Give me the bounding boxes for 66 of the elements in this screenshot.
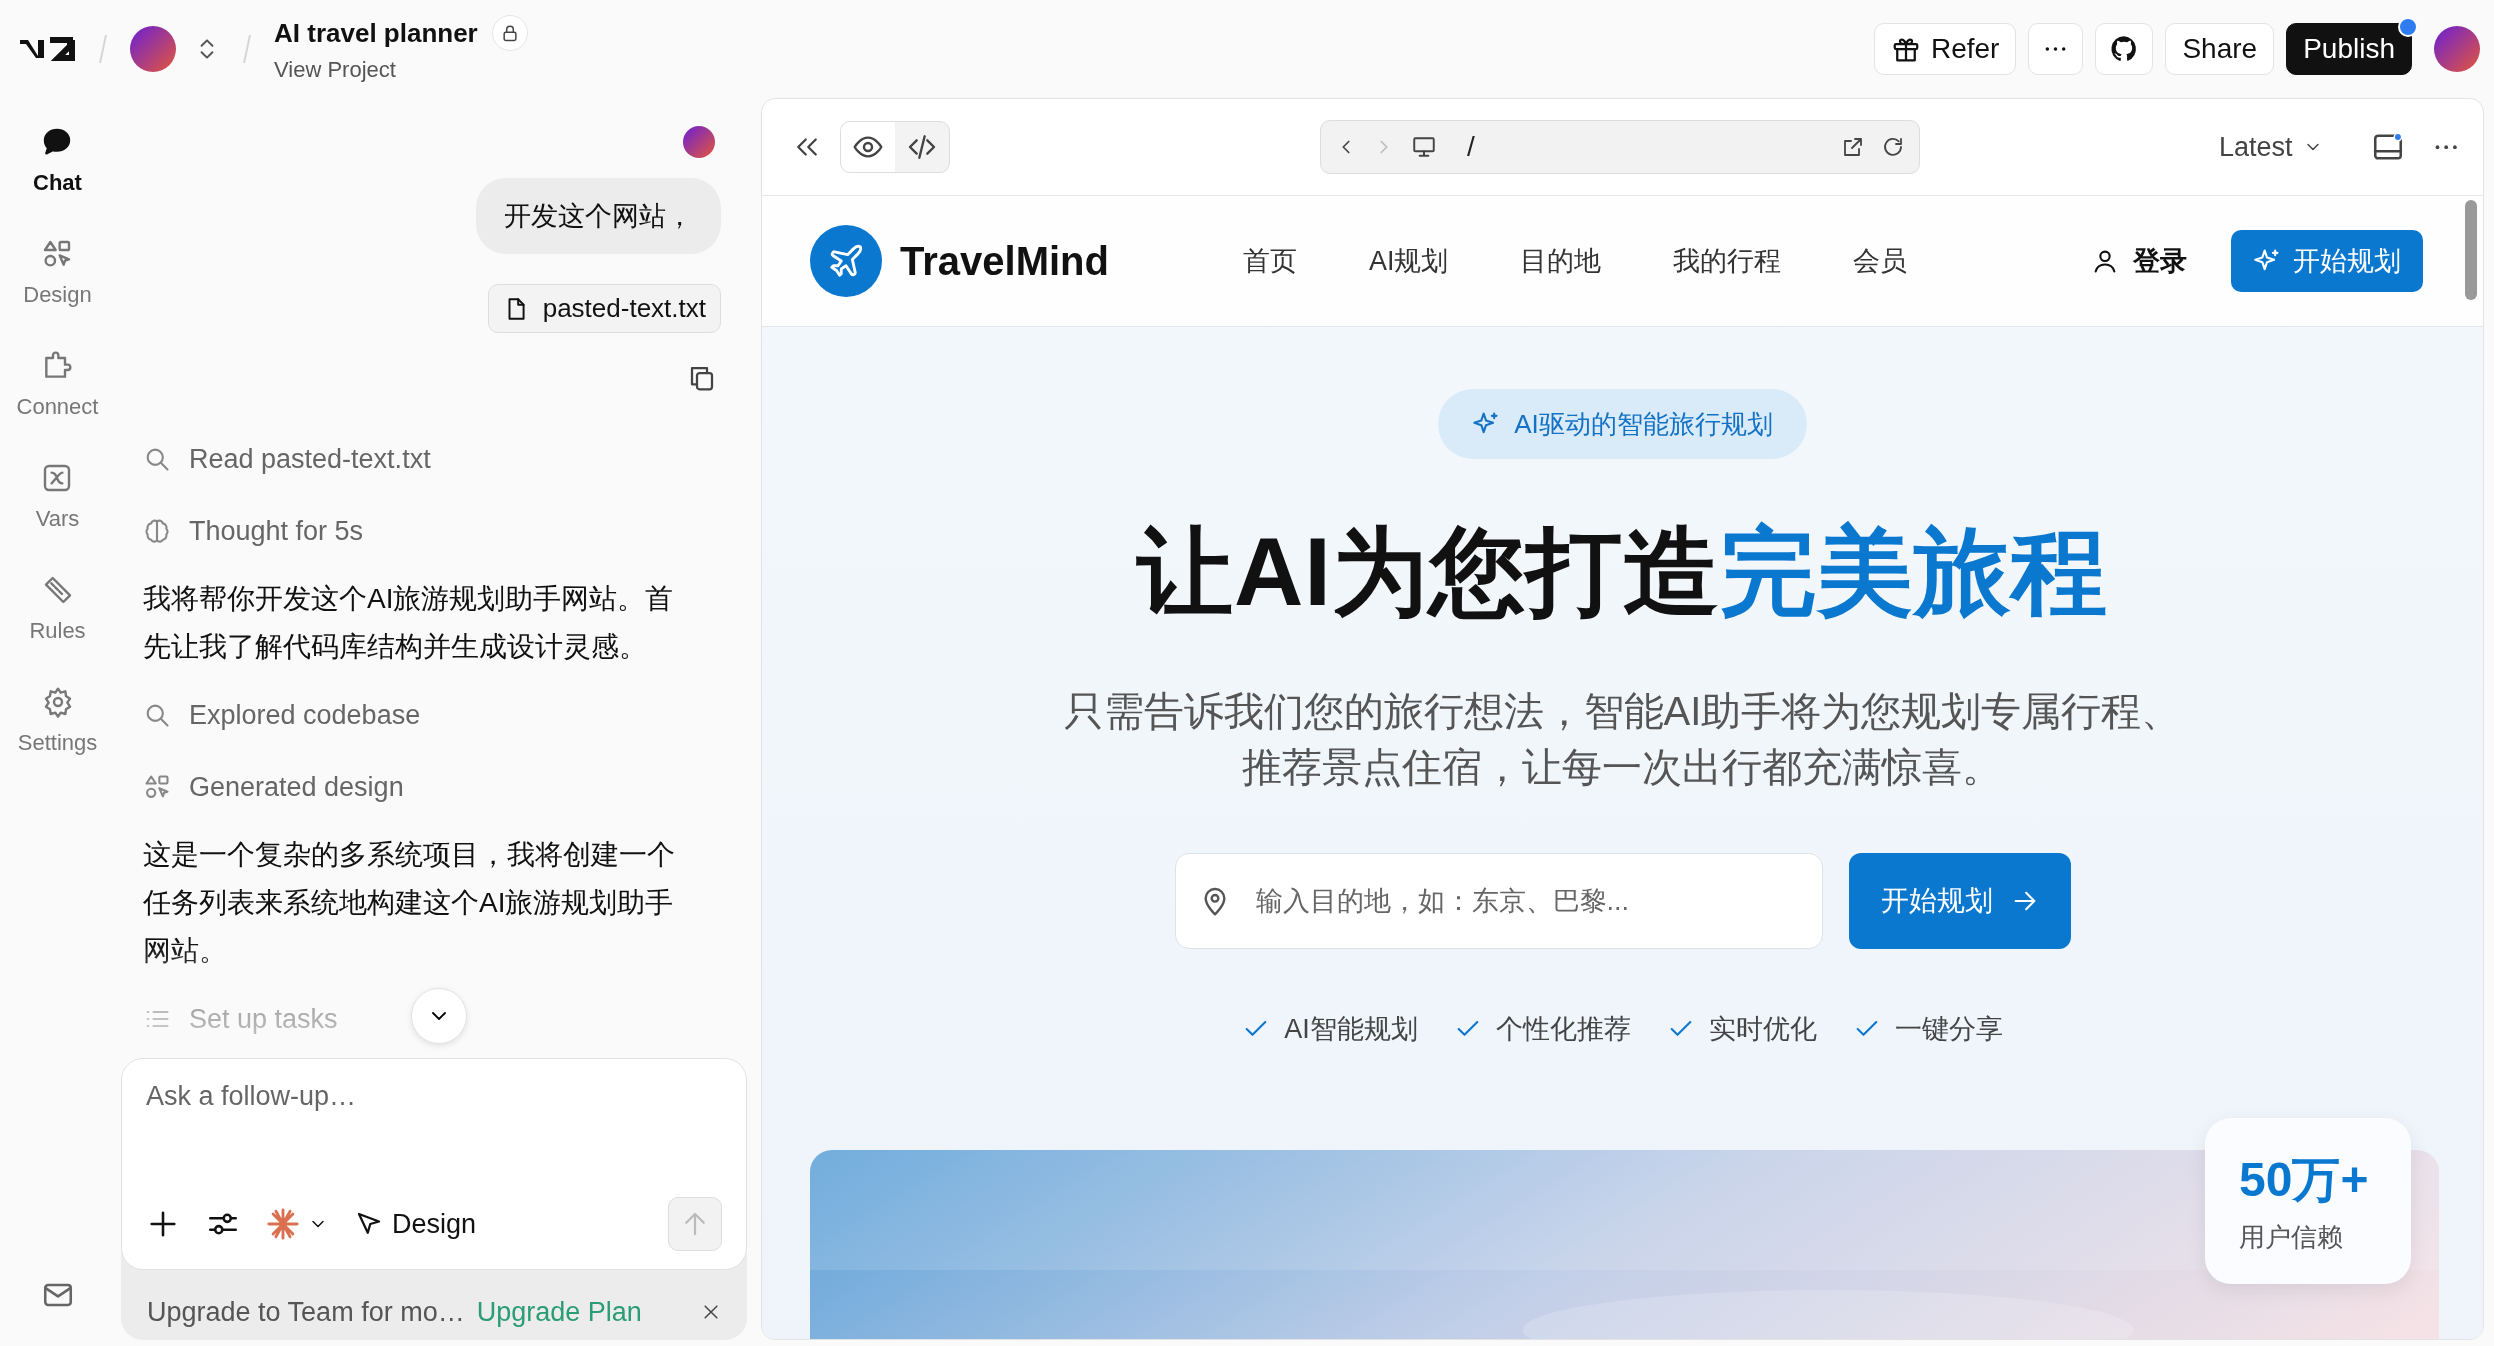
- url-bar[interactable]: /: [1320, 120, 1920, 174]
- sidebar-item[interactable]: Vars: [35, 462, 80, 574]
- nav-link[interactable]: 目的地: [1520, 243, 1602, 279]
- brand-name: TravelMind: [900, 238, 1109, 284]
- feature-label: 实时优化: [1708, 1013, 1817, 1046]
- sidebar-item[interactable]: Connect: [16, 350, 99, 462]
- breadcrumb-separator: [242, 33, 252, 65]
- monitor-icon: [1411, 134, 1437, 160]
- logo[interactable]: [20, 34, 76, 64]
- breadcrumb-separator: [98, 33, 108, 65]
- upgrade-text: Upgrade to Team for mo…: [147, 1296, 465, 1328]
- feature-label: 个性化推荐: [1495, 1013, 1631, 1046]
- assistant-message: 这是一个复杂的多系统项目，我将创建一个任务列表来系统地构建这个AI旅游规划助手网站。: [143, 838, 676, 968]
- shapes-icon: [143, 773, 171, 801]
- share-button[interactable]: Share: [2165, 23, 2275, 75]
- step-label: Set up tasks: [189, 1003, 338, 1035]
- step-label: Explored codebase: [189, 699, 421, 731]
- message-input[interactable]: Ask a follow-up…: [146, 1081, 722, 1112]
- feature-label: AI智能规划: [1284, 1013, 1418, 1046]
- github-button[interactable]: [2095, 23, 2154, 75]
- sidebar-item[interactable]: Settings: [17, 686, 98, 798]
- url-text: /: [1467, 131, 1476, 163]
- login-link[interactable]: 登录: [2091, 243, 2187, 279]
- preview-tab[interactable]: [841, 122, 895, 172]
- external-link-icon: [1841, 135, 1865, 159]
- hero-title: 让AI为您打造完美旅程: [1137, 517, 2108, 627]
- user-message: 开发这个网站，: [476, 178, 721, 254]
- more-icon: [2434, 144, 2457, 150]
- scrollbar[interactable]: [2465, 200, 2477, 300]
- version-dropdown[interactable]: Latest: [2219, 131, 2323, 163]
- start-planning-button[interactable]: 开始规划: [2231, 230, 2423, 292]
- more-button[interactable]: [2434, 144, 2457, 150]
- sidebar-item[interactable]: Chat: [33, 126, 82, 238]
- plane-icon: [827, 242, 865, 280]
- team-avatar[interactable]: [130, 26, 176, 72]
- publish-button[interactable]: Publish: [2286, 23, 2412, 75]
- brain-icon: [143, 517, 171, 545]
- nav-link[interactable]: 首页: [1242, 243, 1297, 279]
- nav-link[interactable]: AI规划: [1368, 243, 1449, 279]
- user-avatar[interactable]: [2434, 26, 2480, 72]
- refer-button[interactable]: Refer: [1873, 23, 2017, 75]
- nav-link[interactable]: 我的行程: [1673, 243, 1782, 279]
- feature-label: 一键分享: [1894, 1013, 2003, 1046]
- sparkle-icon: [266, 1207, 300, 1241]
- destination-field[interactable]: 输入目的地，如：东京、巴黎...: [1174, 853, 1823, 949]
- user-avatar: [683, 126, 715, 158]
- view-project-link[interactable]: View Project: [274, 57, 528, 83]
- step-label: Generated design: [189, 771, 404, 803]
- nav-link[interactable]: 会员: [1853, 243, 1908, 279]
- search-button[interactable]: 开始规划: [1848, 853, 2071, 949]
- attachment-chip[interactable]: pasted-text.txt: [487, 284, 721, 333]
- notification-dot: [2398, 17, 2418, 37]
- step-label: Read pasted-text.txt: [189, 443, 431, 475]
- project-title: AI travel planner: [274, 17, 478, 49]
- stat-value: 50万+: [2239, 1151, 2370, 1208]
- step-label: Thought for 5s: [189, 515, 364, 547]
- sidebar-item[interactable]: Design: [23, 238, 92, 350]
- sidebar-item[interactable]: Rules: [29, 574, 86, 686]
- hero-subtitle: 只需告诉我们您的旅行想法，智能AI助手将为您规划专属行程、 推荐景点住宿，让每一次出行都充满惊喜。: [1063, 688, 2182, 791]
- more-icon: [2045, 46, 2067, 52]
- lock-button[interactable]: [491, 15, 528, 51]
- design-mode-button[interactable]: Design: [354, 1208, 477, 1240]
- stat-label: 用户信赖: [2239, 1220, 2344, 1254]
- assistant-message: 我将帮你开发这个AI旅游规划助手网站。首先让我了解代码库结构并生成设计灵感。: [143, 582, 675, 664]
- reload-icon: [1881, 135, 1905, 159]
- tagline-badge: AI驱动的智能旅行规划: [1438, 389, 1807, 459]
